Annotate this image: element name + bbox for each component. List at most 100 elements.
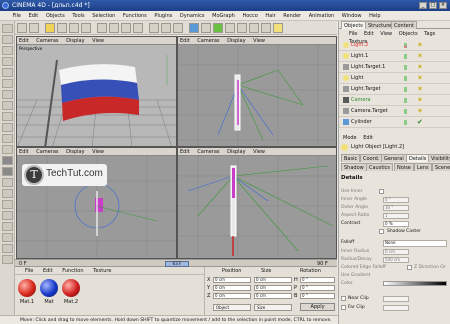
tab-scene[interactable]: Scene bbox=[432, 163, 450, 171]
phong-tag-icon[interactable]: ✔ bbox=[417, 118, 425, 126]
object-row[interactable]: Light ✶ bbox=[339, 73, 450, 84]
viewport-menu-cameras[interactable]: Cameras bbox=[197, 149, 219, 155]
object-row[interactable]: Camera.Target ✶ bbox=[339, 106, 450, 117]
brush-icon[interactable] bbox=[2, 200, 13, 209]
material-ball-mat[interactable] bbox=[40, 279, 58, 297]
menu-mograph[interactable]: MoGraph bbox=[209, 11, 238, 21]
live-select-icon[interactable] bbox=[45, 23, 55, 33]
tab-visibility[interactable]: Visibility bbox=[428, 154, 450, 162]
far-clip-checkbox[interactable] bbox=[341, 305, 346, 310]
model-mode-icon[interactable] bbox=[2, 35, 13, 44]
tab-coord[interactable]: Coord. bbox=[360, 154, 383, 162]
snap-icon[interactable] bbox=[2, 178, 13, 187]
light-icon[interactable] bbox=[273, 23, 283, 33]
bevel-icon[interactable] bbox=[2, 233, 13, 242]
extrude-icon[interactable] bbox=[2, 222, 13, 231]
deformer-icon[interactable] bbox=[237, 23, 247, 33]
y-axis-icon[interactable] bbox=[109, 23, 119, 33]
size-y-field[interactable]: 0 cm bbox=[254, 285, 292, 291]
light-tag-icon[interactable]: ✶ bbox=[417, 52, 425, 60]
checker-icon[interactable] bbox=[2, 156, 13, 165]
coordinate-system-icon[interactable] bbox=[133, 23, 143, 33]
viewport-menu-display[interactable]: Display bbox=[227, 38, 245, 44]
menu-window[interactable]: Window bbox=[339, 11, 365, 21]
workplane-icon[interactable] bbox=[2, 57, 13, 66]
magnet-icon[interactable] bbox=[2, 145, 13, 154]
rotate-icon[interactable] bbox=[81, 23, 91, 33]
menu-help[interactable]: Help bbox=[366, 11, 383, 21]
viewport-menu-cameras[interactable]: Cameras bbox=[36, 38, 58, 44]
edges-mode-icon[interactable] bbox=[2, 79, 13, 88]
visibility-dots[interactable] bbox=[404, 76, 407, 81]
viewport-menu-view[interactable]: View bbox=[253, 149, 265, 155]
object-menu-tags[interactable]: Tags bbox=[424, 31, 435, 37]
viewport-menu-display[interactable]: Display bbox=[66, 149, 84, 155]
viewport-menu-cameras[interactable]: Cameras bbox=[36, 149, 58, 155]
object-row[interactable]: Camera ✶ bbox=[339, 95, 450, 106]
object-row[interactable]: Light.1 ✶ bbox=[339, 51, 450, 62]
rotation-h-field[interactable]: 0 ° bbox=[300, 277, 335, 283]
inner-angle-field[interactable]: 0 ° bbox=[383, 197, 409, 203]
redo-arrow-icon[interactable] bbox=[29, 23, 39, 33]
bridge-icon[interactable] bbox=[2, 244, 13, 253]
target-tag-icon[interactable]: ✶ bbox=[417, 107, 425, 115]
outer-angle-field[interactable]: 30 ° bbox=[383, 205, 409, 211]
animation-mode-icon[interactable] bbox=[2, 123, 13, 132]
object-row[interactable]: Light.2 ✶ bbox=[339, 40, 450, 51]
viewport-top[interactable]: Edit Cameras Display View bbox=[177, 36, 337, 147]
viewport-menu-edit[interactable]: Edit bbox=[180, 149, 190, 155]
nurbs-icon[interactable] bbox=[213, 23, 223, 33]
use-inner-checkbox[interactable] bbox=[379, 189, 384, 194]
cube-icon[interactable] bbox=[189, 23, 199, 33]
render-settings-icon[interactable] bbox=[173, 23, 183, 33]
viewport-menu-display[interactable]: Display bbox=[227, 149, 245, 155]
visibility-dots[interactable] bbox=[404, 43, 407, 48]
contrast-field[interactable]: 0 % bbox=[383, 221, 409, 227]
object-row[interactable]: Light.Target.1 ✶ bbox=[339, 62, 450, 73]
radius-decay-field[interactable]: 500 cm bbox=[383, 257, 409, 263]
array-icon[interactable] bbox=[225, 23, 235, 33]
object-menu-file[interactable]: File bbox=[349, 31, 357, 37]
checker-2-icon[interactable] bbox=[2, 167, 13, 176]
tab-structure[interactable]: Structure bbox=[365, 21, 395, 29]
texture-mode-icon[interactable] bbox=[2, 46, 13, 55]
aspect-ratio-field[interactable]: 1 bbox=[383, 213, 409, 219]
menu-dynamics[interactable]: Dynamics bbox=[177, 11, 208, 21]
menu-selection[interactable]: Selection bbox=[89, 11, 118, 21]
light-tag-icon[interactable]: ✶ bbox=[417, 74, 425, 82]
menu-tools[interactable]: Tools bbox=[69, 11, 87, 21]
size-mode-select[interactable]: Size bbox=[254, 304, 292, 311]
object-menu-objects[interactable]: Objects bbox=[399, 31, 418, 37]
menu-hair[interactable]: Hair bbox=[262, 11, 278, 21]
undo-icon[interactable] bbox=[2, 24, 13, 33]
visibility-dots[interactable] bbox=[404, 109, 407, 114]
tab-details[interactable]: Details bbox=[406, 154, 430, 162]
timeline[interactable]: 0 F 63 F 90 F bbox=[15, 259, 337, 267]
soft-selection-icon[interactable] bbox=[2, 134, 13, 143]
menu-hocco[interactable]: Hocco bbox=[239, 11, 260, 21]
viewport-perspective[interactable]: Edit Cameras Display View Perspective bbox=[16, 36, 177, 147]
near-clip-checkbox[interactable] bbox=[341, 296, 346, 301]
visibility-dots[interactable] bbox=[404, 120, 407, 125]
shadow-caster-checkbox[interactable] bbox=[379, 229, 384, 234]
size-z-field[interactable]: 0 cm bbox=[254, 293, 292, 299]
menu-render[interactable]: Render bbox=[280, 11, 304, 21]
light-tag-icon[interactable]: ✶ bbox=[417, 85, 425, 93]
material-ball-mat1[interactable] bbox=[18, 279, 36, 297]
inner-radius-field[interactable]: 0 cm bbox=[383, 249, 409, 255]
smooth-icon[interactable] bbox=[2, 255, 13, 264]
maximize-button[interactable]: □ bbox=[429, 2, 437, 9]
gradient-swatch[interactable] bbox=[383, 281, 447, 286]
near-clip-field[interactable] bbox=[383, 296, 409, 302]
menu-objects[interactable]: Objects bbox=[43, 11, 68, 21]
close-button[interactable]: × bbox=[439, 2, 447, 9]
points-mode-icon[interactable] bbox=[2, 68, 13, 77]
viewport-menu-edit[interactable]: Edit bbox=[180, 38, 190, 44]
viewport-menu-view[interactable]: View bbox=[253, 38, 265, 44]
material-menu-function[interactable]: Function bbox=[62, 268, 83, 274]
undo-arrow-icon[interactable] bbox=[17, 23, 27, 33]
menu-file[interactable]: File bbox=[10, 11, 24, 21]
apply-button[interactable]: Apply bbox=[300, 303, 335, 311]
rotation-b-field[interactable]: 0 ° bbox=[300, 293, 335, 299]
camera-tag-icon[interactable]: ✶ bbox=[417, 96, 425, 104]
